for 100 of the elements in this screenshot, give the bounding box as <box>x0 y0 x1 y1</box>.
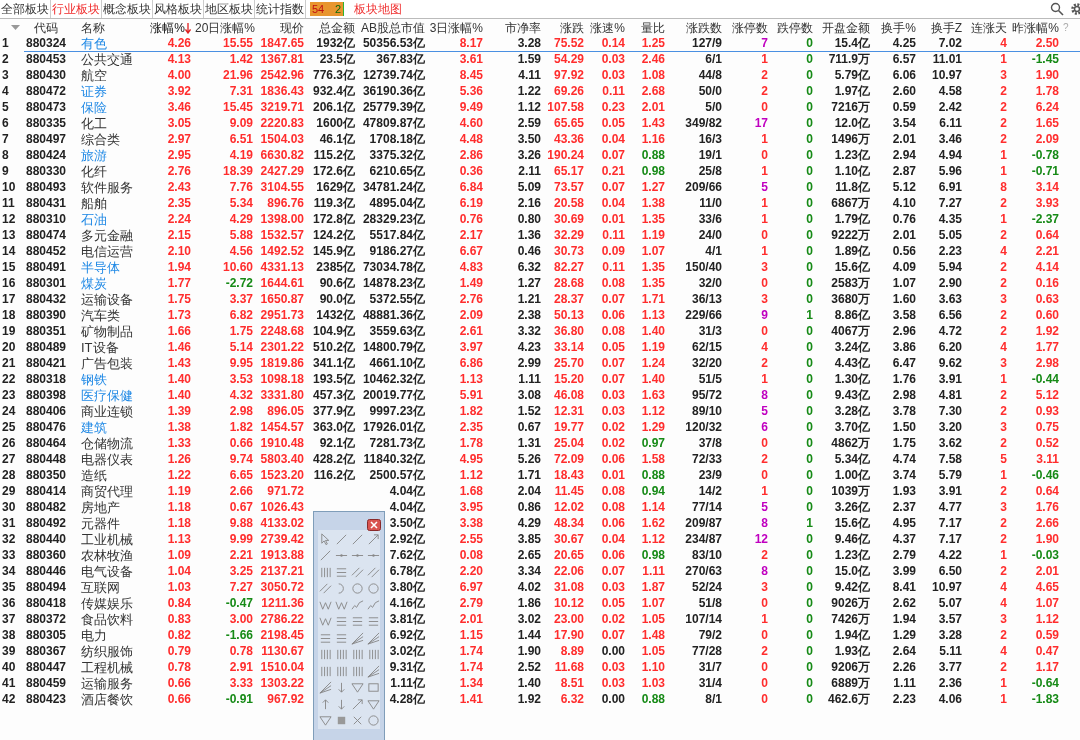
sector-name[interactable]: 运输服务 <box>79 676 147 692</box>
sector-name[interactable]: 广告包装 <box>79 356 147 372</box>
column-header[interactable]: 涨幅% <box>150 20 185 35</box>
fan-lines-icon[interactable] <box>366 631 380 645</box>
sector-tab[interactable]: 地区板块 <box>204 0 255 18</box>
map-link[interactable]: 板块地图 <box>354 0 402 18</box>
horizontal-lines-icon[interactable] <box>334 615 348 629</box>
column-header[interactable]: 20日涨幅% <box>195 20 256 35</box>
search-icon[interactable] <box>1050 2 1064 16</box>
zigzag-icon[interactable] <box>334 598 348 612</box>
arrow-tool-icon[interactable] <box>366 532 380 546</box>
sector-name[interactable]: 矿物制品 <box>79 324 147 340</box>
sector-name[interactable]: 公共交通 <box>79 52 147 68</box>
horizontal-lines-icon[interactable] <box>334 565 348 579</box>
sector-name[interactable]: 煤炭 <box>79 276 147 292</box>
sector-name[interactable]: 建筑 <box>79 420 147 436</box>
fan-lines-icon[interactable] <box>350 631 364 645</box>
sector-name[interactable]: 化工 <box>79 116 147 132</box>
triangle-icon[interactable] <box>366 697 380 711</box>
column-header[interactable]: 涨停数 <box>732 20 768 35</box>
sector-name[interactable]: 商贸代理 <box>79 484 147 500</box>
sector-name[interactable]: 纺织服饰 <box>79 644 147 660</box>
sector-name[interactable]: 农林牧渔 <box>79 548 147 564</box>
line-tool-icon[interactable] <box>334 532 348 546</box>
vertical-lines-icon[interactable] <box>318 565 332 579</box>
column-header[interactable]: 开盘金额 <box>822 20 870 35</box>
fan-lines-icon[interactable] <box>366 664 380 678</box>
sector-name[interactable]: 汽车类 <box>79 308 147 324</box>
sector-name[interactable]: 医疗保健 <box>79 388 147 404</box>
triangle-icon[interactable] <box>318 714 332 728</box>
sector-name[interactable]: 证券 <box>79 84 147 100</box>
column-header[interactable]: 总金额 <box>319 20 355 35</box>
sector-tab[interactable]: 全部板块 <box>0 0 51 18</box>
sector-tab[interactable]: 风格板块 <box>153 0 204 18</box>
sector-name[interactable]: 有色 <box>79 36 147 52</box>
column-header[interactable]: 现价 <box>280 20 304 35</box>
sector-name[interactable]: 仓储物流 <box>79 436 147 452</box>
settings-icon[interactable] <box>1070 2 1080 16</box>
column-header[interactable]: 跌停数 <box>777 20 813 35</box>
horizontal-lines-icon[interactable] <box>318 631 332 645</box>
sector-name[interactable]: 互联网 <box>79 580 147 596</box>
parallel-lines-icon[interactable] <box>318 582 332 596</box>
selected-row[interactable]: 1 880324 有色 4.26 15.55 1847.65 1932亿 50356.53亿 8.17 3.28 75.52 0.14 1.25 127/9 7 0 15.4亿 4.25 7.02 4 2.50 <box>0 36 1080 52</box>
sector-name[interactable]: 钢铁 <box>79 372 147 388</box>
sector-name[interactable]: 保险 <box>79 100 147 116</box>
sector-name[interactable]: 软件服务 <box>79 180 147 196</box>
sector-name[interactable]: 综合类 <box>79 132 147 148</box>
vertical-lines-icon[interactable] <box>350 648 364 662</box>
sector-name[interactable]: 航空 <box>79 68 147 84</box>
sector-name[interactable]: 多元金融 <box>79 228 147 244</box>
sector-name[interactable]: IT设备 <box>79 340 147 356</box>
column-header[interactable]: 换手Z <box>930 20 962 35</box>
parallel-lines-icon[interactable] <box>350 565 364 579</box>
column-header[interactable]: 代码 <box>34 20 58 35</box>
sector-tab[interactable]: 概念板块 <box>102 0 153 18</box>
sector-name[interactable]: 传媒娱乐 <box>79 596 147 612</box>
wave-icon[interactable] <box>350 598 364 612</box>
sector-name[interactable]: 船舶 <box>79 196 147 212</box>
vertical-lines-icon[interactable] <box>318 664 332 678</box>
sector-name[interactable]: 元器件 <box>79 516 147 532</box>
column-header[interactable]: 换手% <box>881 20 916 35</box>
sector-name[interactable]: 电气设备 <box>79 564 147 580</box>
vertical-lines-icon[interactable] <box>334 648 348 662</box>
sector-name[interactable]: 食品饮料 <box>79 612 147 628</box>
circle-icon[interactable] <box>366 714 380 728</box>
column-header[interactable]: 涨速% <box>590 20 625 35</box>
vertical-lines-icon[interactable] <box>350 664 364 678</box>
sector-tab[interactable]: 行业板块 <box>51 0 102 18</box>
sector-name[interactable]: 工业机械 <box>79 532 147 548</box>
vertical-lines-icon[interactable] <box>334 664 348 678</box>
caret-icon[interactable] <box>11 25 20 32</box>
sector-name[interactable]: 化纤 <box>79 164 147 180</box>
sector-name[interactable]: 酒店餐饮 <box>79 692 147 708</box>
column-header[interactable]: 连涨天 <box>971 20 1007 35</box>
column-header[interactable]: 量比 <box>641 20 665 35</box>
horizontal-lines-icon[interactable] <box>334 631 348 645</box>
line-tool-icon[interactable] <box>350 532 364 546</box>
sector-name[interactable]: 工程机械 <box>79 660 147 676</box>
column-header[interactable]: AB股总市值 <box>361 20 425 35</box>
sector-name[interactable]: 半导体 <box>79 260 147 276</box>
circle-icon[interactable] <box>350 582 364 596</box>
rectangle-icon[interactable] <box>366 681 380 695</box>
sector-tab[interactable]: 统计指数 <box>255 0 306 18</box>
line-tool-icon[interactable] <box>318 549 332 563</box>
sector-name[interactable]: 房地产 <box>79 500 147 516</box>
column-header[interactable]: 名称 <box>81 20 105 35</box>
arrow-tool-icon[interactable] <box>350 697 364 711</box>
zigzag-icon[interactable] <box>318 615 332 629</box>
parallel-lines-icon[interactable] <box>366 565 380 579</box>
sector-name[interactable]: 电信运营 <box>79 244 147 260</box>
sector-name[interactable]: 造纸 <box>79 468 147 484</box>
sector-name[interactable]: 旅游 <box>79 148 147 164</box>
horizontal-lines-icon[interactable] <box>366 615 380 629</box>
circle-icon[interactable] <box>366 582 380 596</box>
column-header[interactable]: 昨涨幅% <box>1012 20 1059 35</box>
sector-name[interactable]: 石油 <box>79 212 147 228</box>
zigzag-icon[interactable] <box>318 598 332 612</box>
vertical-lines-icon[interactable] <box>366 648 380 662</box>
sector-name[interactable]: 运输设备 <box>79 292 147 308</box>
pointer-icon[interactable] <box>318 532 332 546</box>
